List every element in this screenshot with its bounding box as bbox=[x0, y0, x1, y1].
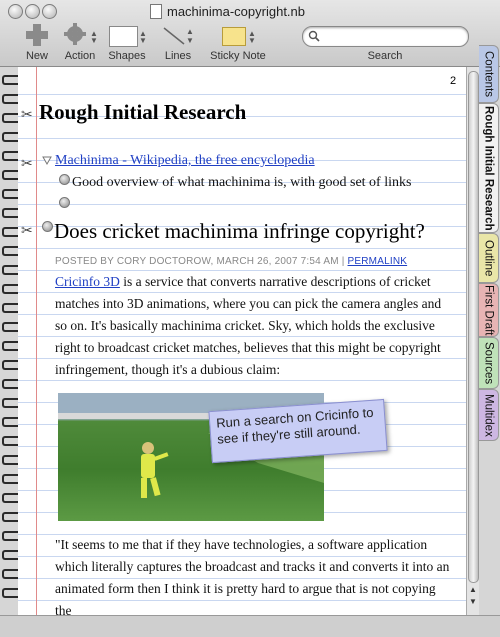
search-input[interactable] bbox=[323, 28, 465, 46]
lines-label: Lines bbox=[164, 50, 192, 62]
document-icon bbox=[150, 3, 162, 19]
tab-first-draft[interactable]: First Draft bbox=[479, 283, 499, 337]
minimize-window-button[interactable] bbox=[25, 4, 40, 19]
svg-text:▼: ▼ bbox=[186, 36, 194, 45]
tab-label: Sources bbox=[482, 341, 495, 385]
vertical-scrollbar[interactable]: ▲ ▼ bbox=[466, 67, 479, 615]
tab-label: Contents bbox=[482, 50, 495, 98]
page-number: 2 bbox=[450, 75, 457, 87]
scrollbar-thumb[interactable] bbox=[468, 71, 479, 583]
action-label: Action bbox=[64, 50, 96, 62]
entry-bullet[interactable] bbox=[59, 174, 70, 185]
shapes-swatch[interactable] bbox=[109, 26, 138, 47]
section-heading: Rough Initial Research bbox=[39, 100, 247, 124]
cricinfo-link[interactable]: Cricinfo 3D bbox=[55, 274, 120, 289]
lines-icon[interactable]: ▲ ▼ bbox=[160, 24, 194, 48]
plus-icon bbox=[26, 24, 48, 46]
close-window-button[interactable] bbox=[8, 4, 23, 19]
scroll-down-arrow-icon[interactable]: ▼ bbox=[467, 597, 479, 608]
search-label: Search bbox=[367, 50, 403, 62]
search-field[interactable] bbox=[302, 26, 469, 47]
paragraph-text: is a service that converts narrative des… bbox=[55, 274, 442, 377]
clipping-icon: ✂ bbox=[21, 224, 33, 239]
clipping-icon: ✂ bbox=[21, 108, 33, 123]
sticky-note[interactable]: Run a search on Cricinfo to see if they'… bbox=[208, 398, 388, 464]
sticky-note-swatch[interactable] bbox=[222, 27, 246, 46]
scroll-up-arrow-icon[interactable]: ▲ bbox=[467, 585, 479, 596]
tab-outline[interactable]: Outline bbox=[479, 233, 499, 283]
shapes-label: Shapes bbox=[108, 50, 146, 62]
tab-label: Multidex bbox=[482, 393, 495, 437]
tab-multidex[interactable]: Multidex bbox=[479, 389, 499, 441]
window-titlebar: machinima-copyright.nb New ▲ ▼ Action ▲ ▼ … bbox=[0, 0, 500, 67]
window-title: machinima-copyright.nb bbox=[150, 2, 370, 20]
permalink-link[interactable]: PERMALINK bbox=[348, 256, 408, 267]
window-bottom-bar bbox=[0, 615, 500, 637]
clipping-icon: ✂ bbox=[21, 157, 33, 172]
notebook-page: 2 ✂ Rough Initial Research ✂ Machinima -… bbox=[18, 67, 466, 615]
tab-label: First Draft bbox=[482, 284, 495, 336]
magnifier-icon bbox=[308, 30, 320, 42]
svg-text:▲: ▲ bbox=[186, 27, 194, 36]
wikipedia-link[interactable]: Machinima - Wikipedia, the free encyclop… bbox=[55, 153, 315, 169]
zoom-window-button[interactable] bbox=[42, 4, 57, 19]
tab-label: Outline bbox=[482, 239, 495, 277]
entry-bullet[interactable] bbox=[42, 221, 53, 232]
margin-line bbox=[36, 67, 37, 615]
article-byline: POSTED BY CORY DOCTOROW, MARCH 26, 2007 … bbox=[55, 256, 407, 267]
new-button[interactable] bbox=[24, 22, 50, 51]
tab-rough-initial-research[interactable]: Rough Initial Research bbox=[479, 103, 499, 233]
disclosure-triangle-icon[interactable] bbox=[42, 156, 52, 166]
link-note: Good overview of what machinima is, with… bbox=[72, 175, 412, 190]
window-title-text: machinima-copyright.nb bbox=[167, 3, 306, 19]
tab-sources[interactable]: Sources bbox=[479, 337, 499, 389]
action-arrows-icon: ▲ ▼ bbox=[90, 29, 98, 45]
shapes-arrows-icon: ▲ ▼ bbox=[139, 29, 147, 45]
tab-contents[interactable]: Contents bbox=[479, 45, 499, 103]
quote-paragraph: "It seems to me that if they have techno… bbox=[55, 537, 450, 615]
article-title: Does cricket machinima infringe copyrigh… bbox=[54, 219, 425, 243]
gear-icon bbox=[64, 23, 86, 45]
notebook-window: machinima-copyright.nb New ▲ ▼ Action ▲ ▼ … bbox=[0, 0, 500, 637]
entry-bullet[interactable] bbox=[59, 197, 70, 208]
tab-label: Rough Initial Research bbox=[482, 105, 495, 231]
byline-text: POSTED BY CORY DOCTOROW, MARCH 26, 2007 … bbox=[55, 256, 345, 267]
action-button[interactable] bbox=[64, 22, 90, 51]
new-label: New bbox=[25, 50, 48, 62]
article-paragraph: Cricinfo 3D is a service that converts n… bbox=[55, 271, 455, 381]
sticky-note-label: Sticky Note bbox=[210, 50, 266, 62]
sticky-arrows-icon: ▲ ▼ bbox=[248, 29, 256, 45]
